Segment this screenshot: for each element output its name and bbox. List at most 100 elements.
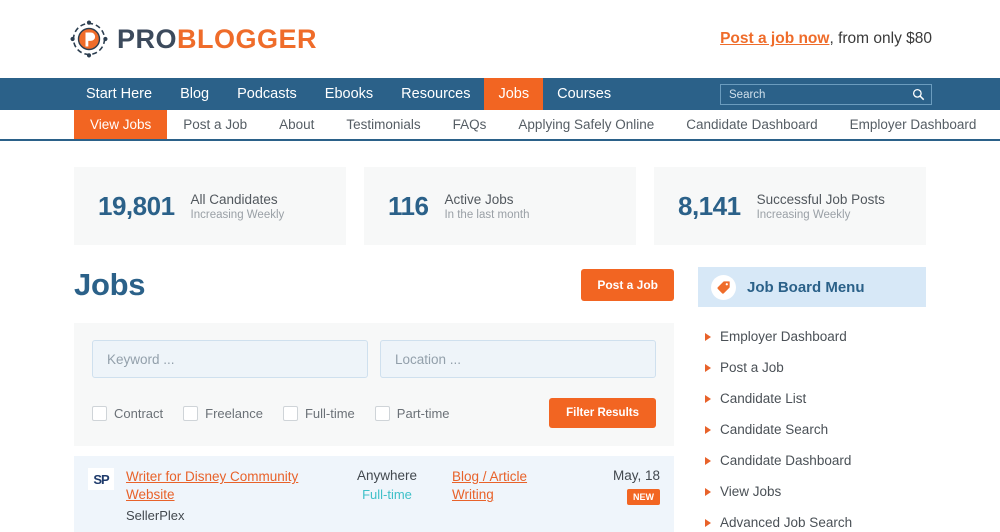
job-date: May, 18 (612, 468, 660, 483)
status-badge: NEW (627, 489, 660, 505)
job-type: Full-time (362, 487, 412, 502)
logo-word-pro: PRO (117, 23, 178, 54)
stat-sublabel: Increasing Weekly (756, 209, 851, 222)
stat-card-active-jobs: 116 Active Jobs In the last month (364, 167, 636, 245)
sidebar-item-candidate-search[interactable]: Candidate Search (698, 414, 926, 445)
triangle-bullet-icon (705, 487, 711, 496)
sidebar-item-label: Employer Dashboard (720, 329, 847, 344)
sidebar-item-label: Candidate List (720, 391, 807, 406)
keyword-input[interactable]: Keyword ... (92, 340, 368, 378)
checkbox-full-time[interactable]: Full-time (282, 405, 355, 421)
checkbox-box[interactable] (282, 405, 298, 421)
tag-icon (711, 274, 736, 300)
subnav-item-applying-safely-online[interactable]: Applying Safely Online (502, 110, 670, 139)
stat-label: Successful Job Posts (756, 191, 885, 207)
job-category-column: Blog / Article Writing (452, 468, 558, 504)
jobs-column: Jobs Post a Job Keyword ... Location ...… (74, 267, 674, 532)
logo-word-blogger: BLOGGER (177, 23, 318, 54)
job-title-column: Writer for Disney Community Website Sell… (126, 468, 322, 523)
triangle-bullet-icon (705, 394, 711, 403)
stat-card-successful-job-posts: 8,141 Successful Job Posts Increasing We… (654, 167, 926, 245)
primary-navigation: Start Here Blog Podcasts Ebooks Resource… (0, 78, 1000, 110)
post-a-job-button[interactable]: Post a Job (581, 269, 674, 301)
stat-label: Active Jobs (444, 191, 514, 207)
nav-item-ebooks[interactable]: Ebooks (311, 78, 387, 110)
location-input[interactable]: Location ... (380, 340, 656, 378)
checkbox-label: Freelance (205, 405, 263, 421)
sidebar-title: Job Board Menu (747, 278, 865, 296)
subnav-item-candidate-dashboard[interactable]: Candidate Dashboard (670, 110, 833, 139)
checkbox-contract[interactable]: Contract (92, 405, 164, 421)
checkbox-freelance[interactable]: Freelance (183, 405, 263, 421)
checkbox-box[interactable] (183, 405, 199, 421)
sidebar-item-label: Advanced Job Search (720, 515, 853, 530)
triangle-bullet-icon (705, 456, 711, 465)
sidebar-menu: Employer Dashboard Post a Job Candidate … (698, 307, 926, 532)
checkbox-label: Full-time (304, 405, 355, 421)
triangle-bullet-icon (705, 363, 711, 372)
jobs-header: Jobs Post a Job (74, 267, 674, 303)
triangle-bullet-icon (705, 518, 711, 527)
job-date-column: May, 18 NEW (570, 468, 660, 505)
job-company: SellerPlex (126, 508, 185, 524)
sidebar-header: Job Board Menu (698, 267, 926, 307)
post-a-job-now-link[interactable]: Post a job now (720, 30, 829, 47)
search-box[interactable]: Search (720, 84, 932, 105)
checkbox-part-time[interactable]: Part-time (374, 405, 450, 421)
nav-item-courses[interactable]: Courses (543, 78, 625, 110)
sidebar-item-post-a-job[interactable]: Post a Job (698, 352, 926, 383)
triangle-bullet-icon (705, 425, 711, 434)
search-input[interactable]: Search (729, 89, 912, 101)
sidebar-item-candidate-list[interactable]: Candidate List (698, 383, 926, 414)
sidebar-item-label: Candidate Search (720, 422, 829, 437)
checkbox-box[interactable] (374, 405, 390, 421)
nav-item-start-here[interactable]: Start Here (72, 78, 166, 110)
page-content: Jobs Post a Job Keyword ... Location ...… (0, 245, 1000, 532)
stats-row: 19,801 All Candidates Increasing Weekly … (0, 141, 1000, 245)
triangle-bullet-icon (705, 332, 711, 341)
nav-item-podcasts[interactable]: Podcasts (223, 78, 311, 110)
stat-sublabel: Increasing Weekly (190, 209, 285, 222)
header-cta: Post a job now, from only $80 (720, 30, 932, 48)
checkbox-label: Part-time (396, 405, 450, 421)
stat-number: 19,801 (98, 190, 175, 221)
nav-item-jobs[interactable]: Jobs (484, 78, 544, 110)
job-location: Anywhere (356, 468, 418, 483)
job-filter-panel: Keyword ... Location ... Contract Freela… (74, 323, 674, 446)
subnav-item-testimonials[interactable]: Testimonials (330, 110, 436, 139)
job-category-link[interactable]: Blog / Article Writing (452, 468, 558, 504)
search-icon[interactable] (912, 88, 925, 101)
subnav-item-employer-dashboard[interactable]: Employer Dashboard (834, 110, 993, 139)
secondary-navigation: View Jobs Post a Job About Testimonials … (0, 110, 1000, 141)
subnav-item-faqs[interactable]: FAQs (437, 110, 503, 139)
stat-number: 116 (388, 190, 429, 221)
subnav-item-view-jobs[interactable]: View Jobs (74, 110, 168, 139)
logo-wordmark: PRO BLOGGER (117, 24, 317, 55)
job-listing-row[interactable]: SP Writer for Disney Community Website S… (74, 456, 674, 532)
subnav-item-post-a-job[interactable]: Post a Job (167, 110, 263, 139)
subnav-item-about[interactable]: About (263, 110, 330, 139)
stat-card-all-candidates: 19,801 All Candidates Increasing Weekly (74, 167, 346, 245)
site-logo[interactable]: PRO BLOGGER (68, 18, 317, 60)
sidebar-item-view-jobs[interactable]: View Jobs (698, 476, 926, 507)
checkbox-label: Contract (114, 405, 164, 421)
filter-results-button[interactable]: Filter Results (549, 398, 656, 428)
stat-number: 8,141 (678, 190, 741, 221)
sidebar-item-advanced-job-search[interactable]: Advanced Job Search (698, 507, 926, 532)
sidebar-item-employer-dashboard[interactable]: Employer Dashboard (698, 321, 926, 352)
stat-label: All Candidates (190, 191, 278, 207)
job-location-column: Anywhere Full-time (334, 468, 440, 502)
sidebar-item-label: View Jobs (720, 484, 782, 499)
problogger-p-emblem-icon (70, 20, 108, 58)
checkbox-box[interactable] (92, 405, 107, 421)
sidebar-item-label: Candidate Dashboard (720, 453, 852, 468)
nav-item-blog[interactable]: Blog (166, 78, 223, 110)
nav-item-resources[interactable]: Resources (387, 78, 484, 110)
header-cta-rest: , from only $80 (829, 30, 932, 47)
sidebar-item-candidate-dashboard[interactable]: Candidate Dashboard (698, 445, 926, 476)
sidebar-item-label: Post a Job (720, 360, 784, 375)
sidebar: Job Board Menu Employer Dashboard Post a… (698, 267, 926, 532)
filter-checkbox-row: Contract Freelance Full-time Part-time F… (92, 398, 656, 428)
company-logo: SP (88, 468, 114, 490)
job-title-link[interactable]: Writer for Disney Community Website (126, 468, 322, 504)
